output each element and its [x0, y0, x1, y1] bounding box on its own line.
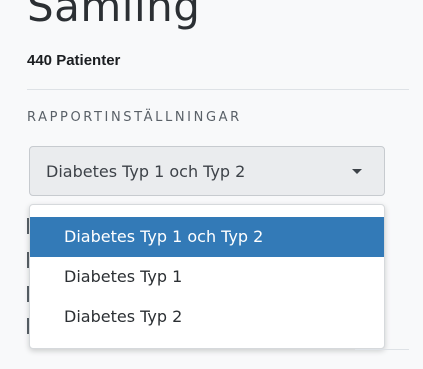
- dropdown-option-typ-2[interactable]: Diabetes Typ 2: [30, 297, 384, 337]
- diabetes-type-dropdown-menu: Diabetes Typ 1 och Typ 2 Diabetes Typ 1 …: [29, 204, 385, 349]
- dropdown-option-typ-1[interactable]: Diabetes Typ 1: [30, 257, 384, 297]
- caret-down-icon: [352, 169, 362, 174]
- dropdown-option-typ-1-och-2[interactable]: Diabetes Typ 1 och Typ 2: [30, 217, 384, 257]
- diabetes-type-select-value: Diabetes Typ 1 och Typ 2: [46, 162, 246, 181]
- patient-count: 440 Patienter: [27, 52, 121, 69]
- section-divider: [27, 89, 409, 90]
- report-sidebar-panel: Samling 440 Patienter RAPPORTINSTÄLLNING…: [0, 0, 423, 369]
- page-title: Samling: [27, 0, 201, 31]
- report-settings-heading: RAPPORTINSTÄLLNINGAR: [27, 110, 242, 125]
- section-divider: [355, 349, 409, 350]
- diabetes-type-select[interactable]: Diabetes Typ 1 och Typ 2: [29, 146, 385, 196]
